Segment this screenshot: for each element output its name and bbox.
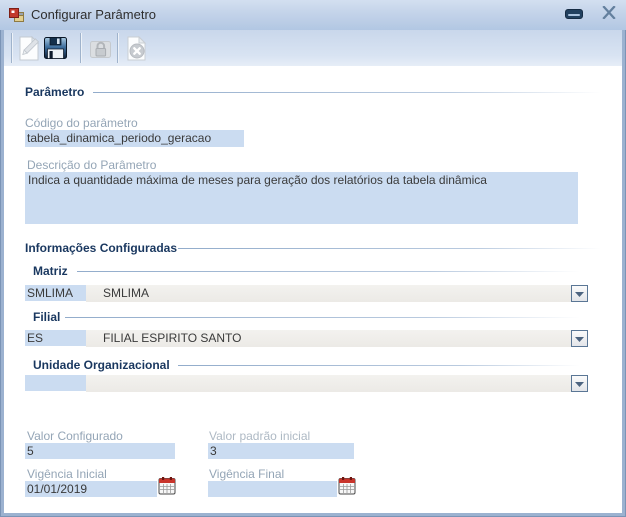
toolbar <box>4 30 622 66</box>
informacoes-group-header: Informações Configuradas <box>25 241 178 255</box>
vigencia-inicial-calendar-button[interactable] <box>158 476 176 500</box>
unidade-combobox[interactable] <box>86 375 588 392</box>
matriz-combobox[interactable]: SMLIMA <box>86 285 588 302</box>
unidade-code-input[interactable] <box>25 375 87 391</box>
window-title: Configurar Parâmetro <box>31 7 156 22</box>
valor-configurado-input[interactable]: 5 <box>25 443 175 459</box>
configurar-parametro-window: Configurar Parâmetro Parâmetro Código do… <box>0 0 626 517</box>
dropdown-arrow-icon <box>575 285 584 303</box>
vigencia-final-label: Vigência Final <box>209 467 285 481</box>
parametro-group-header: Parâmetro <box>25 85 85 99</box>
cancel-button[interactable] <box>121 33 151 63</box>
vigencia-final-input[interactable] <box>208 481 337 497</box>
filial-header: Filial <box>33 310 61 324</box>
toolbar-separator <box>117 33 118 63</box>
valor-configurado-label: Valor Configurado <box>27 429 123 443</box>
title-bar: Configurar Parâmetro <box>0 0 626 30</box>
codigo-parametro-label: Código do parâmetro <box>25 116 138 130</box>
toolbar-separator <box>80 33 81 63</box>
dropdown-arrow-icon <box>575 375 584 393</box>
winforms-form-icon <box>8 7 25 24</box>
filial-dropdown-button[interactable] <box>571 330 588 347</box>
calendar-icon <box>158 476 176 500</box>
calendar-icon <box>338 476 356 500</box>
matriz-dropdown-button[interactable] <box>571 285 588 302</box>
cancel-icon <box>124 35 149 62</box>
unidade-dropdown-button[interactable] <box>571 375 588 392</box>
vigencia-inicial-label: Vigência Inicial <box>27 467 107 481</box>
unidade-organizacional-header-line <box>178 365 580 366</box>
parametro-group-line <box>93 92 601 93</box>
valor-padrao-inicial-label: Valor padrão inicial <box>209 429 311 443</box>
matriz-code-input[interactable]: SMLIMA <box>25 285 87 301</box>
filial-header-line <box>65 317 580 318</box>
filial-combobox[interactable]: FILIAL ESPIRITO SANTO <box>86 330 588 347</box>
informacoes-group-line <box>178 248 601 249</box>
matriz-header: Matriz <box>33 264 68 278</box>
save-button[interactable] <box>40 33 70 63</box>
descricao-parametro-label: Descrição do Parâmetro <box>27 158 157 172</box>
minimize-icon <box>565 6 583 24</box>
minimize-button[interactable] <box>563 6 585 24</box>
close-icon <box>602 5 616 24</box>
lock-icon <box>88 36 113 61</box>
codigo-parametro-input[interactable]: tabela_dinamica_periodo_geracao <box>25 130 244 147</box>
descricao-parametro-input[interactable]: Indica a quantidade máxima de meses para… <box>25 172 578 224</box>
vigencia-final-calendar-button[interactable] <box>338 476 356 500</box>
vigencia-inicial-input[interactable]: 01/01/2019 <box>25 481 157 497</box>
lock-button[interactable] <box>85 33 115 63</box>
unidade-organizacional-header: Unidade Organizacional <box>33 358 170 372</box>
toolbar-separator <box>11 33 12 63</box>
save-floppy-icon <box>42 34 69 62</box>
dropdown-arrow-icon <box>575 330 584 348</box>
close-button[interactable] <box>598 5 620 24</box>
valor-padrao-inicial-input[interactable]: 3 <box>208 443 354 459</box>
filial-code-input[interactable]: ES <box>25 330 87 346</box>
pencil-document-icon <box>16 34 42 62</box>
matriz-header-line <box>77 271 580 272</box>
